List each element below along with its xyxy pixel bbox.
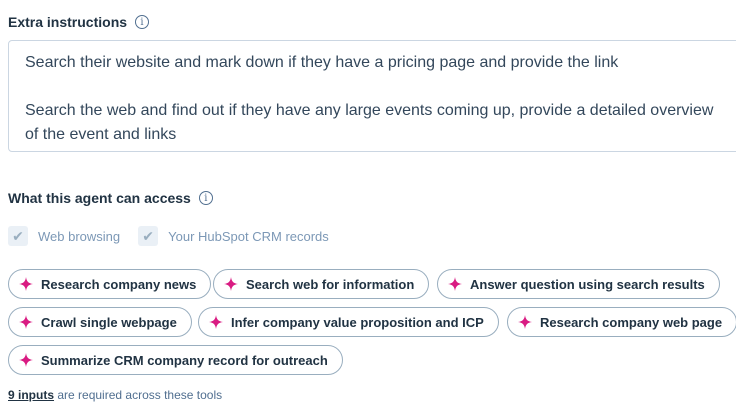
sparkle-icon: [19, 277, 33, 291]
sparkle-icon: [224, 277, 238, 291]
tool-chip-research-company-web-page[interactable]: Research company web page: [507, 307, 736, 337]
access-label: What this agent can access: [8, 190, 191, 206]
tool-chip-summarize-crm-record[interactable]: Summarize CRM company record for outreac…: [8, 345, 343, 375]
inputs-required-text: are required across these tools: [57, 388, 223, 402]
inputs-link[interactable]: 9 inputs: [8, 388, 54, 402]
inputs-required-note: 9 inputs are required across these tools: [8, 388, 222, 402]
checkmark-icon: ✔: [138, 226, 159, 246]
tool-chip-search-web[interactable]: Search web for information: [213, 269, 430, 299]
extra-instructions-heading: Extra instructions i: [8, 14, 150, 30]
web-browsing-checkbox-item: ✔ Web browsing: [8, 226, 120, 246]
agent-settings-panel: Extra instructions i Search their websit…: [0, 0, 736, 414]
sparkle-icon: [19, 353, 33, 367]
checkmark-icon: ✔: [8, 226, 28, 246]
sparkle-icon: [19, 315, 33, 329]
tool-chip-label: Research company news: [41, 276, 197, 292]
tool-chip-label: Summarize CRM company record for outreac…: [41, 352, 328, 368]
tool-chip-research-company-news[interactable]: Research company news: [8, 269, 212, 299]
tool-chip-label: Research company web page: [540, 314, 723, 330]
sparkle-icon: [448, 277, 462, 291]
info-icon[interactable]: i: [135, 15, 150, 29]
web-browsing-label: Web browsing: [38, 228, 121, 244]
sparkle-icon: [518, 315, 532, 329]
tool-chip-crawl-webpage[interactable]: Crawl single webpage: [8, 307, 192, 337]
tool-chip-infer-value-proposition[interactable]: Infer company value proposition and ICP: [198, 307, 499, 337]
tool-chip-label: Answer question using search results: [470, 276, 705, 292]
tool-chip-label: Crawl single webpage: [41, 314, 177, 330]
crm-records-label: Your HubSpot CRM records: [168, 228, 329, 244]
access-heading: What this agent can access i: [8, 190, 213, 206]
sparkle-icon: [209, 315, 223, 329]
extra-instructions-label: Extra instructions: [8, 14, 128, 30]
tool-chip-label: Infer company value proposition and ICP: [231, 314, 484, 330]
info-icon[interactable]: i: [198, 191, 213, 205]
tool-chip-answer-question[interactable]: Answer question using search results: [437, 269, 720, 299]
tool-chip-label: Search web for information: [246, 276, 415, 292]
access-checkboxes: ✔ Web browsing ✔ Your HubSpot CRM record…: [8, 226, 347, 246]
extra-instructions-textarea[interactable]: Search their website and mark down if th…: [8, 40, 736, 152]
crm-records-checkbox-item: ✔ Your HubSpot CRM records: [138, 226, 329, 246]
